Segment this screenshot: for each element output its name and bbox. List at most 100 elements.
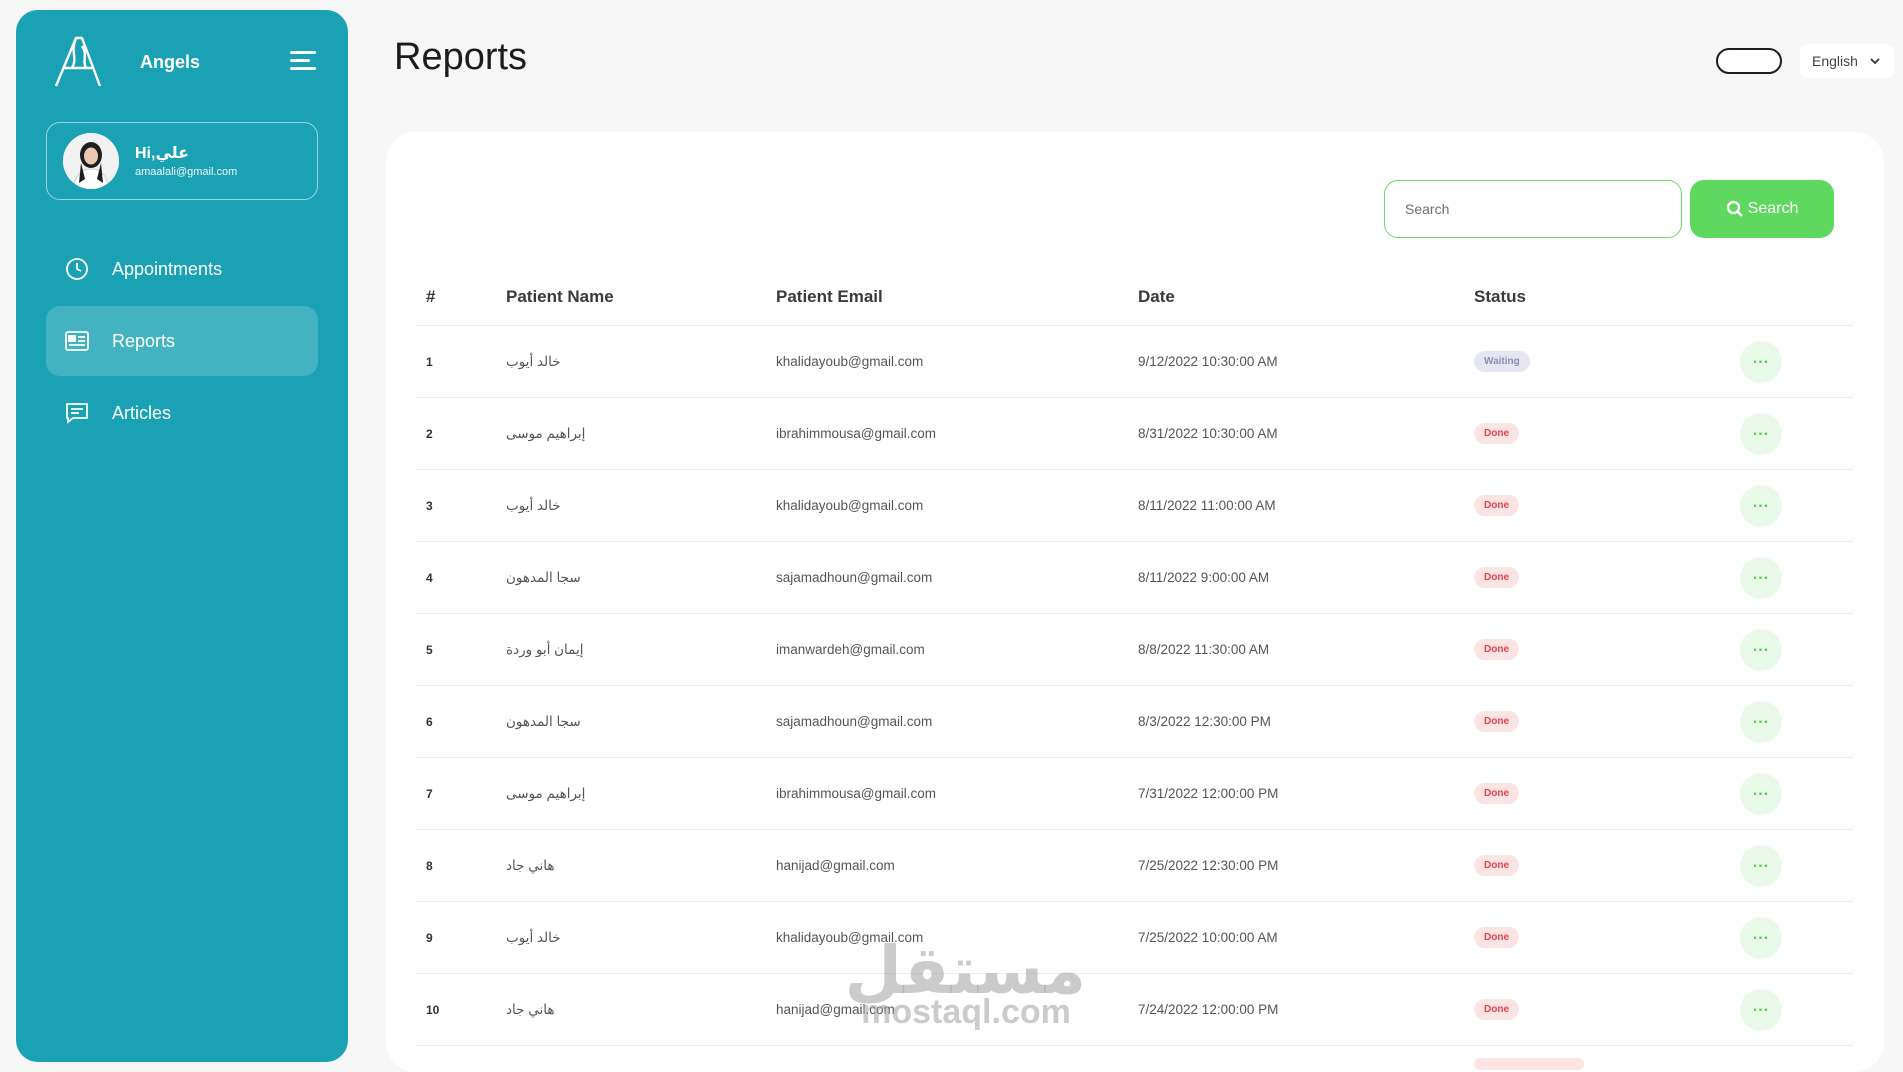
profile-text: Hi,علي amaalali@gmail.com [135,144,237,178]
sidebar-item-label: Articles [112,402,172,423]
language-select[interactable]: English [1800,44,1894,78]
report-icon [64,328,90,354]
row-actions-button[interactable]: ... [1740,556,1782,599]
row-number: 10 [426,1002,440,1017]
row-number: 6 [426,714,433,729]
row-number: 2 [426,426,433,441]
appointment-date: 7/25/2022 12:30:00 PM [1138,858,1279,873]
status-badge: Done [1474,495,1519,516]
patient-name: إبراهيم موسى [506,785,586,801]
status-badge: Done [1474,783,1519,804]
patient-name: خالد أيوب [506,353,561,369]
status-badge: Done [1474,927,1519,948]
search-input[interactable] [1384,180,1682,238]
search-button-label: Search [1747,200,1799,217]
table-row: 3 خالد أيوب khalidayoub@gmail.com 8/11/2… [416,470,1854,542]
row-number: 9 [426,930,433,945]
sidebar: Angels Hi,علي amaalali@gmail.com Appoint… [16,10,348,1062]
row-number: 7 [426,786,433,801]
patient-name: هاني جاد [506,1001,555,1017]
menu-toggle-icon[interactable] [288,48,318,76]
status-badge: Done [1474,711,1519,732]
sidebar-item-articles[interactable]: Articles [46,378,318,448]
profile-email: amaalali@gmail.com [135,166,238,178]
profile-greeting: Hi,علي [135,145,190,162]
patient-email: khalidayoub@gmail.com [776,930,924,945]
patient-name: سجا المدهون [506,569,581,585]
status-badge: Done [1474,999,1519,1020]
language-value: English [1812,53,1858,69]
patient-email: sajamadhoun@gmail.com [776,714,933,729]
brand-name: Angels [140,51,201,72]
table-row: 2 إبراهيم موسى ibrahimmousa@gmail.com 8/… [416,398,1854,470]
reports-table: # Patient Name Patient Email Date Status… [416,268,1854,1046]
status-badge-partial [1474,1058,1584,1070]
appointment-date: 9/12/2022 10:30:00 AM [1138,354,1278,369]
table-row: 8 هاني جاد hanijad@gmail.com 7/25/2022 1… [416,830,1854,902]
brand: Angels [48,32,318,92]
appointment-date: 7/25/2022 10:00:00 AM [1138,930,1278,945]
patient-email: sajamadhoun@gmail.com [776,570,933,585]
appointment-date: 8/31/2022 10:30:00 AM [1138,426,1278,441]
angels-logo-icon [48,32,108,92]
clock-icon [64,256,90,282]
sidebar-item-label: Reports [112,330,176,351]
theme-toggle[interactable] [1716,48,1782,74]
patient-name: خالد أيوب [506,497,561,513]
table-row: 7 إبراهيم موسى ibrahimmousa@gmail.com 7/… [416,758,1854,830]
row-actions-button[interactable]: ... [1740,844,1782,887]
patient-email: ibrahimmousa@gmail.com [776,426,937,441]
row-number: 4 [426,570,433,585]
table-row: 1 خالد أيوب khalidayoub@gmail.com 9/12/2… [416,326,1854,398]
patient-name: سجا المدهون [506,713,581,729]
article-icon [64,400,90,426]
row-actions-button[interactable]: ... [1740,628,1782,671]
column-header-patient-name: Patient Name [506,286,614,306]
row-actions-button[interactable]: ... [1740,484,1782,527]
row-number: 3 [426,498,433,513]
patient-email: ibrahimmousa@gmail.com [776,786,937,801]
sidebar-item-appointments[interactable]: Appointments [46,234,318,304]
patient-email: khalidayoub@gmail.com [776,354,924,369]
appointment-date: 8/11/2022 9:00:00 AM [1138,570,1270,585]
patient-name: إيمان أبو وردة [506,641,584,657]
table-row: 10 هاني جاد hanijad@gmail.com 7/24/2022 … [416,974,1854,1046]
row-actions-button[interactable]: ... [1740,916,1782,959]
patient-email: hanijad@gmail.com [776,858,895,873]
table-row: 6 سجا المدهون sajamadhoun@gmail.com 8/3/… [416,686,1854,758]
appointment-date: 8/3/2022 12:30:00 PM [1138,714,1271,729]
column-header-date: Date [1138,286,1175,306]
status-badge: Done [1474,567,1519,588]
row-actions-button[interactable]: ... [1740,412,1782,455]
row-actions-button[interactable]: ... [1740,700,1782,743]
row-actions-button[interactable]: ... [1740,772,1782,815]
sidebar-item-reports[interactable]: Reports [46,306,318,376]
appointment-date: 8/11/2022 11:00:00 AM [1138,498,1276,513]
table-row: 5 إيمان أبو وردة imanwardeh@gmail.com 8/… [416,614,1854,686]
patient-email: khalidayoub@gmail.com [776,498,924,513]
row-number: 8 [426,858,433,873]
row-actions-button[interactable]: ... [1740,988,1782,1031]
patient-email: hanijad@gmail.com [776,1002,895,1017]
search-button[interactable]: Search [1690,180,1834,238]
table-header: # Patient Name Patient Email Date Status [416,268,1854,326]
column-header-status: Status [1474,286,1526,306]
patient-name: هاني جاد [506,857,555,873]
search-icon [1726,200,1744,218]
status-badge: Done [1474,423,1519,444]
avatar [63,133,119,189]
sidebar-nav: Appointments Reports Articles [46,234,318,450]
status-badge: Waiting [1474,351,1530,372]
table-row: 9 خالد أيوب khalidayoub@gmail.com 7/25/2… [416,902,1854,974]
chevron-down-icon [1868,54,1882,68]
appointment-date: 7/31/2022 12:00:00 PM [1138,786,1279,801]
patient-name: خالد أيوب [506,929,561,945]
row-number: 1 [426,354,433,369]
page-title: Reports [394,36,528,78]
status-badge: Done [1474,639,1519,660]
status-badge: Done [1474,855,1519,876]
row-actions-button[interactable]: ... [1740,340,1782,383]
profile-card[interactable]: Hi,علي amaalali@gmail.com [46,122,318,200]
patient-email: imanwardeh@gmail.com [776,642,925,657]
appointment-date: 7/24/2022 12:00:00 PM [1138,1002,1279,1017]
